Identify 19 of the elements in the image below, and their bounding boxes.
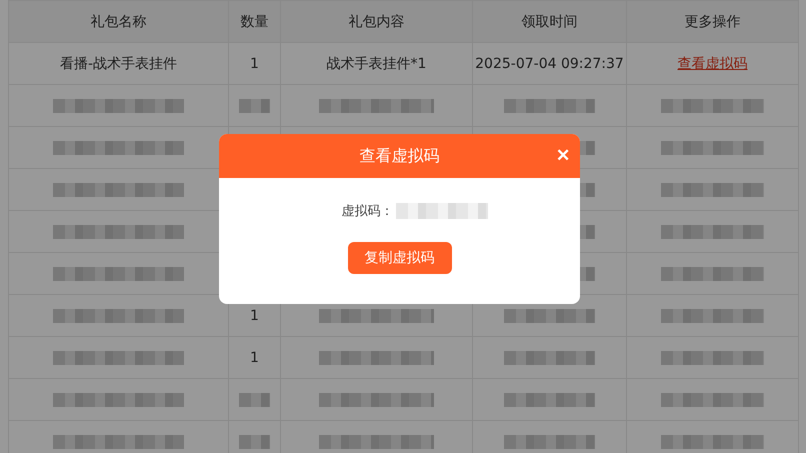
table-cell-text: 1 [250,56,259,72]
copy-code-button[interactable]: 复制虚拟码 [348,242,452,274]
table-cell-text: 战术手表挂件*1 [326,56,426,72]
column-header: 礼包名称 [8,0,228,42]
dialog-title: 查看虚拟码 [360,146,440,166]
redacted-text [239,434,270,449]
column-header: 数量 [228,0,280,42]
table-cell-text: 2025-07-04 09:27:37 [475,56,624,72]
table-cell-text: 1 [250,350,259,366]
column-header: 更多操作 [626,0,798,42]
column-header: 礼包内容 [280,0,472,42]
table-cell-text: 1 [250,308,259,324]
column-header: 领取时间 [472,0,626,42]
close-button[interactable]: ✕ [556,146,570,166]
table-cell-text: 看播-战术手表挂件 [60,56,178,72]
code-label: 虚拟码： [342,203,394,220]
redacted-text [239,392,270,407]
view-code-link[interactable]: 查看虚拟码 [678,56,748,72]
redacted-text [239,98,270,113]
